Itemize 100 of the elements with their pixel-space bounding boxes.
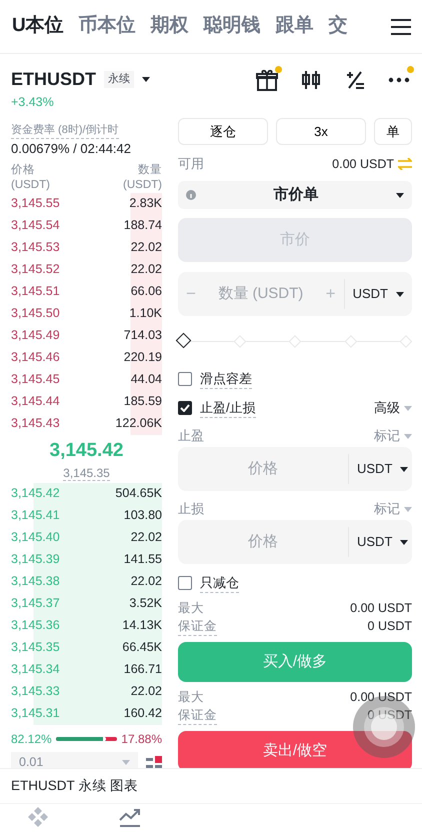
funding-label: 资金费率 (8时)/倒计时 [11,122,119,140]
stop-loss-label: 止损 [178,500,204,518]
chart-bar-title[interactable]: ETHUSDT 永续 图表 [0,769,422,804]
unit-select[interactable]: USDT [348,527,412,557]
funding-value: 0.00679% / 02:44:42 [11,140,132,158]
market-tab[interactable]: 聪明钱 [204,12,261,41]
order-quantity: 22.02 [130,573,162,590]
order-price[interactable]: 3,145.43 [11,414,60,433]
order-book-row[interactable]: 3,145.31 160.42 [11,702,162,725]
order-price[interactable]: 3,145.55 [11,194,60,213]
calculator-icon[interactable] [344,69,366,91]
max-value: 0.00 USDT [350,689,412,706]
advanced-select[interactable]: 高级 [374,398,412,418]
order-quantity: 66.45K [122,639,162,656]
order-book-row[interactable]: 3,145.43 122.06K [11,412,162,435]
order-book-row[interactable]: 3,145.52 22.02 [11,258,162,281]
order-type-select[interactable]: 市价单 [178,181,412,209]
order-price[interactable]: 3,145.50 [11,304,60,323]
order-quantity: 22.02 [130,683,162,700]
sell-button[interactable]: 卖出/做空 [178,731,412,768]
leverage-button[interactable]: 3x [276,118,366,145]
order-book-row[interactable]: 3,145.39 141.55 [11,548,162,571]
order-price[interactable]: 3,145.46 [11,348,60,367]
market-tab[interactable]: 期权 [150,12,189,41]
order-book-row[interactable]: 3,145.35 66.45K [11,636,162,659]
order-quantity: 22.02 [130,239,162,256]
order-book-row[interactable]: 3,145.40 22.02 [11,526,162,549]
order-quantity: 141.55 [124,551,162,568]
unit-select[interactable]: USDT [348,454,412,484]
buy-ratio: 82.12% [11,730,52,748]
order-quantity: 103.80 [124,507,162,524]
order-book-row[interactable]: 3,145.44 185.59 [11,390,162,413]
candlestick-icon[interactable] [300,69,322,91]
order-price[interactable]: 3,145.54 [11,216,60,235]
sell-ratio: 17.88% [121,730,162,748]
order-book-row[interactable]: 3,145.37 3.52K [11,592,162,615]
chart-icon[interactable] [119,807,141,828]
available-label: 可用 [178,155,204,174]
order-price[interactable]: 3,145.45 [11,370,60,389]
checkbox[interactable] [178,401,192,415]
order-quantity: 44.04 [130,371,162,388]
take-profit-label: 止盈 [178,427,204,446]
order-quantity: 714.03 [124,327,162,344]
order-price[interactable]: 3,145.44 [11,392,60,411]
checkbox[interactable] [178,576,192,590]
max-value: 0.00 USDT [350,600,412,617]
market-tab[interactable]: U本位 [12,12,64,41]
order-quantity: 2.83K [129,195,162,212]
order-quantity: 122.06K [115,415,162,432]
mark-price: 3,145.35 [63,466,110,482]
order-book-row[interactable]: 3,145.41 103.80 [11,504,162,527]
order-price[interactable]: 3,145.53 [11,238,60,257]
order-book-row[interactable]: 3,145.49 714.03 [11,324,162,347]
order-book-row[interactable]: 3,145.42 504.65K [11,482,162,505]
margin-value: 0 USDT [366,706,412,724]
order-book-row[interactable]: 3,145.46 220.19 [11,346,162,369]
symbol-name[interactable]: ETHUSDT [11,66,96,93]
price-change: +3.43% [11,94,55,111]
order-book-row[interactable]: 3,145.54 188.74 [11,214,162,237]
take-profit-price-field[interactable]: 价格 USDT [178,447,412,491]
max-label: 最大 [178,600,205,617]
order-book-row[interactable]: 3,145.34 166.71 [11,658,162,681]
checkbox[interactable] [178,372,192,386]
order-quantity: 14.13K [122,617,162,634]
check-icon [180,404,190,412]
market-tab[interactable]: 交 [328,12,348,41]
order-book-row[interactable]: 3,145.36 14.13K [11,614,162,637]
order-book-row[interactable]: 3,145.50 1.10K [11,302,162,325]
order-book-row[interactable]: 3,145.45 44.04 [11,368,162,391]
order-book-row[interactable]: 3,145.51 66.06 [11,280,162,303]
quantity-field[interactable]: − 数量 (USDT) + USDT [178,272,412,316]
order-quantity: 66.06 [130,283,162,300]
last-price: 3,145.42 [48,438,124,463]
order-quantity: 160.42 [124,705,162,722]
order-book-row[interactable]: 3,145.53 22.02 [11,236,162,259]
order-price[interactable]: 3,145.52 [11,260,60,279]
unit-select[interactable]: USDT [344,279,412,309]
menu-icon[interactable] [390,18,412,36]
order-quantity: 220.19 [124,349,162,366]
market-tab[interactable]: 跟单 [276,12,314,41]
order-quantity: 185.59 [124,393,162,410]
margin-mode-button[interactable]: 逐仓 [178,118,268,145]
order-price[interactable]: 3,145.51 [11,282,60,301]
order-quantity: 504.65K [115,485,162,502]
order-price[interactable]: 3,145.49 [11,326,60,345]
contract-tag: 永续 [104,71,134,88]
caret-icon[interactable] [142,77,150,82]
info-icon [186,190,196,200]
column-unit: (USDT) [123,178,162,193]
margin-value: 0 USDT [366,618,412,634]
layout-icon[interactable] [146,756,162,768]
order-book-row[interactable]: 3,145.33 22.02 [11,680,162,703]
market-tab[interactable]: 币本位 [78,12,136,41]
checkbox-label: 只减仓 [200,572,239,594]
gift-icon[interactable] [256,69,278,91]
order-quantity: 22.02 [130,529,162,546]
stop-loss-price-field[interactable]: 价格 USDT [178,520,412,564]
position-mode-button[interactable]: 单 [374,118,412,145]
order-book-row[interactable]: 3,145.38 22.02 [11,570,162,593]
order-book-row[interactable]: 3,145.55 2.83K [11,192,162,215]
